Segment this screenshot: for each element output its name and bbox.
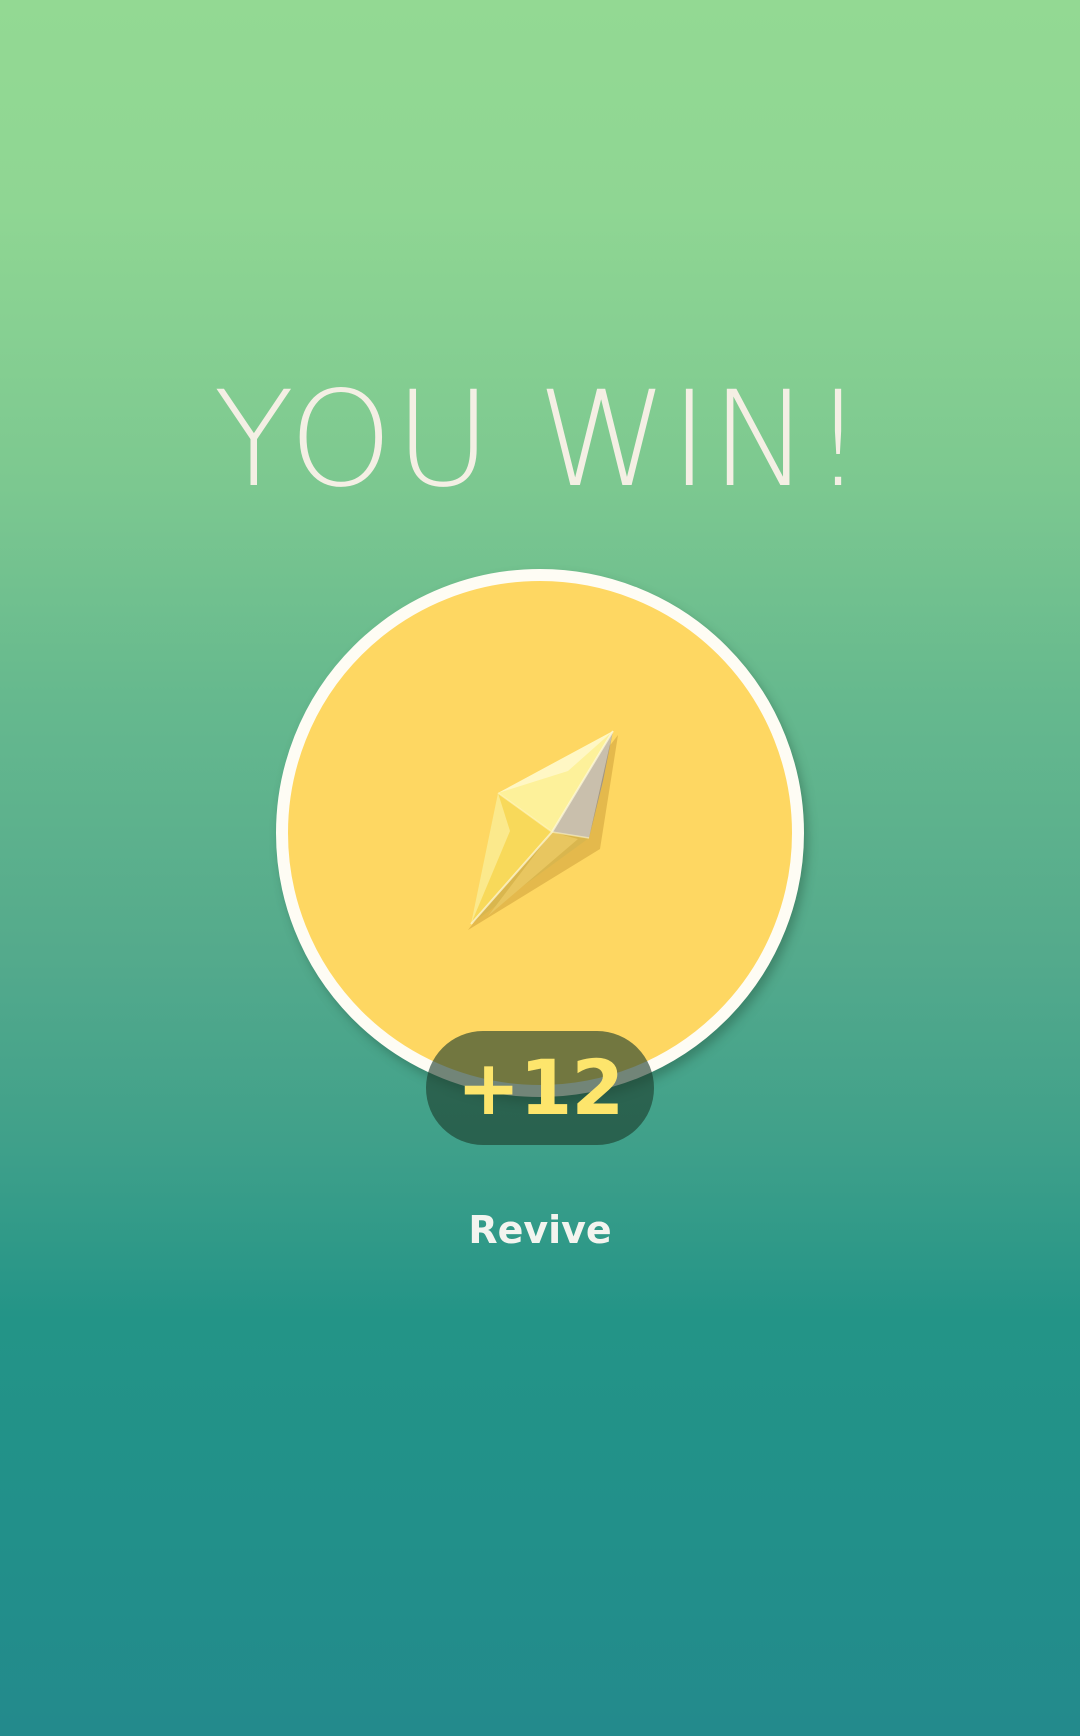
revive-crystal-icon	[468, 730, 618, 930]
win-title: YOU WIN!	[213, 363, 867, 517]
reward-quantity-badge: +12	[426, 1031, 654, 1145]
victory-screen[interactable]: YOU WIN! +12 Revive	[0, 0, 1080, 1736]
reward-item-name: Revive	[468, 1208, 612, 1252]
reward-item-circle[interactable]	[276, 569, 804, 1097]
